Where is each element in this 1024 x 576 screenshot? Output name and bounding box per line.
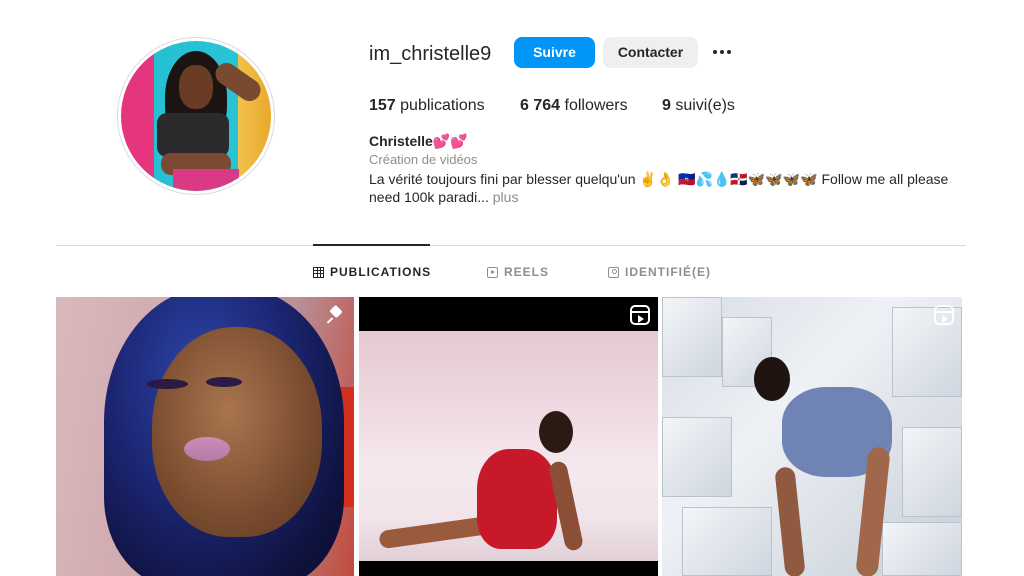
- followers-stat[interactable]: 6 764 followers: [520, 97, 628, 115]
- followers-label: followers: [560, 97, 628, 114]
- tab-publications-label: PUBLICATIONS: [330, 265, 432, 279]
- post-thumbnail-1[interactable]: [56, 297, 354, 576]
- post-3-cube: [662, 297, 722, 377]
- posts-count-stat: 157 publications: [369, 97, 485, 115]
- avatar-top: [157, 113, 229, 157]
- post-3-leg: [774, 466, 806, 576]
- following-stat[interactable]: 9 suivi(e)s: [662, 97, 735, 115]
- tab-reels[interactable]: REELS: [487, 264, 549, 280]
- tab-reels-label: REELS: [504, 265, 550, 279]
- more-options-icon[interactable]: [709, 43, 735, 61]
- tab-tagged-label: IDENTIFIÉ(E): [625, 265, 711, 279]
- following-label: suivi(e)s: [670, 97, 735, 114]
- bio-body: La vérité toujours fini par blesser quel…: [369, 171, 949, 205]
- avatar-face: [179, 65, 213, 109]
- profile-page: im_christelle9 Suivre Contacter 157 publ…: [0, 0, 1024, 576]
- post-3-head: [754, 357, 790, 401]
- posts-count: 157: [369, 97, 396, 114]
- bio-text: La vérité toujours fini par blesser quel…: [369, 170, 969, 206]
- bio-name: Christelle💕💕: [369, 133, 468, 149]
- post-3-cube: [682, 507, 772, 576]
- tabs-divider: [56, 245, 966, 246]
- post-thumbnail-2[interactable]: [359, 297, 658, 576]
- grid-icon: [313, 266, 324, 278]
- tab-publications[interactable]: PUBLICATIONS: [313, 264, 431, 280]
- avatar-skirt: [173, 169, 239, 191]
- post-2-photo: [359, 331, 658, 561]
- bio-category: Création de vidéos: [369, 152, 478, 167]
- active-tab-indicator: [313, 244, 430, 246]
- contact-button[interactable]: Contacter: [603, 37, 698, 68]
- posts-label: publications: [395, 97, 485, 114]
- avatar[interactable]: [121, 41, 271, 191]
- post-2-dress: [477, 449, 557, 549]
- followers-count: 6 764: [520, 97, 561, 114]
- post-1-eye: [146, 379, 188, 389]
- post-thumbnail-3[interactable]: [662, 297, 962, 576]
- pin-icon: [326, 305, 346, 325]
- avatar-ring[interactable]: [117, 37, 275, 195]
- post-1-lips: [184, 437, 230, 461]
- username: im_christelle9: [369, 43, 492, 65]
- tab-tagged[interactable]: IDENTIFIÉ(E): [608, 264, 711, 280]
- post-3-cube: [662, 417, 732, 497]
- post-1-eye: [206, 377, 242, 387]
- reel-icon: [934, 305, 954, 325]
- post-1-face: [152, 327, 322, 537]
- follow-button[interactable]: Suivre: [514, 37, 595, 68]
- bio-more-link[interactable]: plus: [489, 189, 519, 205]
- post-3-cube: [902, 427, 962, 517]
- following-count: 9: [662, 97, 671, 114]
- tagged-icon: [608, 266, 619, 278]
- post-2-head: [539, 411, 573, 453]
- post-3-cube: [882, 522, 962, 576]
- reel-icon: [630, 305, 650, 325]
- reels-icon: [487, 266, 498, 278]
